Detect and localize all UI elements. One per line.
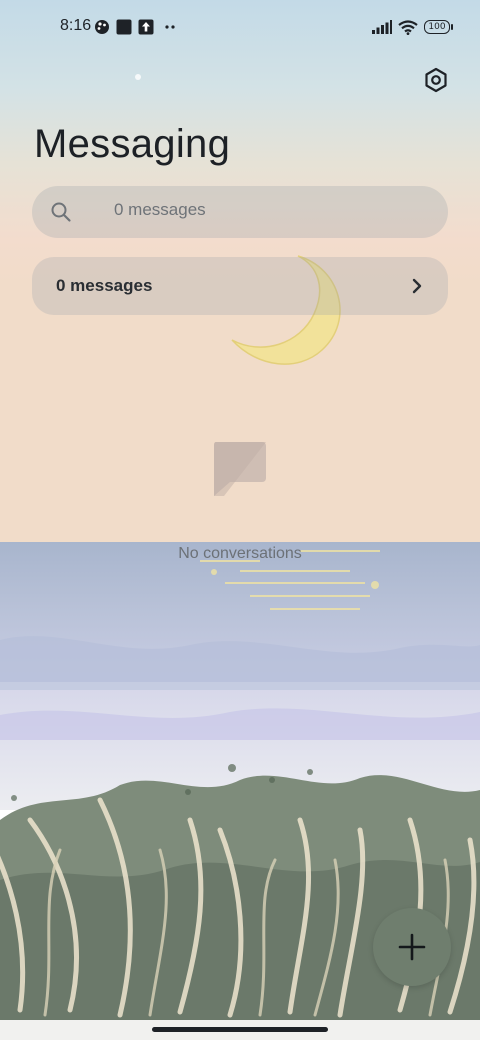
search-input[interactable]: 0 messages (32, 186, 448, 238)
status-bar: 8:16 100 (0, 0, 480, 56)
wifi-icon (398, 19, 418, 35)
status-time: 8:16 (60, 17, 92, 34)
home-gesture-handle[interactable] (152, 1027, 328, 1032)
upload-icon (138, 19, 154, 35)
settings-button[interactable] (418, 62, 454, 98)
new-conversation-button[interactable] (373, 908, 451, 986)
chevron-right-icon (412, 278, 422, 294)
square-notification-icon (116, 19, 132, 35)
search-placeholder: 0 messages (114, 200, 206, 219)
messages-summary-label: 0 messages (56, 276, 153, 295)
settings-hexagon-icon (425, 67, 447, 93)
empty-chat-bubble-icon (214, 442, 266, 496)
signal-icon (372, 20, 392, 34)
battery-icon: 100 (424, 20, 453, 34)
paint-palette-icon (95, 20, 109, 34)
empty-state-text: No conversations (178, 545, 302, 562)
more-dots-icon (165, 25, 175, 29)
plus-icon (398, 933, 426, 961)
messages-summary-row[interactable]: 0 messages (32, 257, 448, 315)
page-title: Messaging (34, 122, 231, 166)
search-icon (51, 202, 71, 222)
